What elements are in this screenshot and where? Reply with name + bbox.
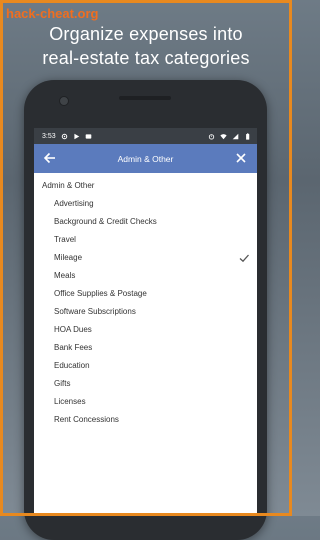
category-item-software-subscriptions[interactable]: Software Subscriptions (34, 303, 257, 321)
close-icon[interactable] (233, 150, 249, 166)
app-bar-title: Admin & Other (117, 153, 174, 164)
app-bar: Admin & Other (34, 144, 257, 173)
category-item-label: Mileage (54, 253, 83, 262)
category-item-gifts[interactable]: Gifts (34, 375, 257, 393)
status-bar: 3:53 (34, 128, 257, 144)
watermark-text: hack-cheat.org (6, 6, 99, 21)
category-item-label: Meals (54, 271, 76, 280)
category-item-label: Education (54, 361, 90, 370)
category-item-licenses[interactable]: Licenses (34, 393, 257, 411)
category-item-label: Rent Concessions (54, 415, 119, 424)
message-icon (85, 133, 91, 139)
category-item-label: Software Subscriptions (54, 307, 136, 316)
category-item-hoa-dues[interactable]: HOA Dues (34, 321, 257, 339)
alarm-icon (208, 133, 215, 140)
category-item-education[interactable]: Education (34, 357, 257, 375)
arrow-left-icon[interactable] (42, 150, 58, 166)
signal-icon (232, 133, 239, 139)
wifi-icon (220, 133, 227, 139)
headline-line-1: Organize expenses into (49, 24, 243, 44)
category-item-meals[interactable]: Meals (34, 267, 257, 285)
category-parent[interactable]: Admin & Other (34, 177, 257, 195)
headline: Organize expenses into real-estate tax c… (0, 22, 292, 70)
camera-icon (59, 96, 69, 106)
phone-screen: 3:53 Admin & Other Admin & Other Adverti… (34, 128, 257, 516)
category-item-label: Office Supplies & Postage (54, 289, 147, 298)
category-item-mileage[interactable]: Mileage (34, 249, 257, 267)
category-item-background-credit-checks[interactable]: Background & Credit Checks (34, 213, 257, 231)
category-list: Admin & Other Advertising Background & C… (34, 173, 257, 429)
category-item-label: Advertising (54, 199, 94, 208)
category-item-travel[interactable]: Travel (34, 231, 257, 249)
battery-icon (246, 132, 250, 140)
category-item-label: Bank Fees (54, 343, 93, 352)
category-item-label: HOA Dues (54, 325, 92, 334)
settings-icon (61, 133, 67, 139)
status-time: 3:53 (42, 132, 56, 140)
category-item-label: Licenses (54, 397, 86, 406)
category-item-label: Travel (54, 235, 76, 244)
play-icon (74, 133, 79, 139)
category-item-rent-concessions[interactable]: Rent Concessions (34, 411, 257, 429)
category-item-label: Background & Credit Checks (54, 217, 157, 226)
checkmark-icon (239, 254, 249, 263)
speaker-grille (119, 96, 171, 100)
category-item-label: Gifts (54, 379, 71, 388)
headline-line-2: real-estate tax categories (42, 48, 250, 68)
category-item-bank-fees[interactable]: Bank Fees (34, 339, 257, 357)
category-item-office-supplies-postage[interactable]: Office Supplies & Postage (34, 285, 257, 303)
category-item-advertising[interactable]: Advertising (34, 195, 257, 213)
